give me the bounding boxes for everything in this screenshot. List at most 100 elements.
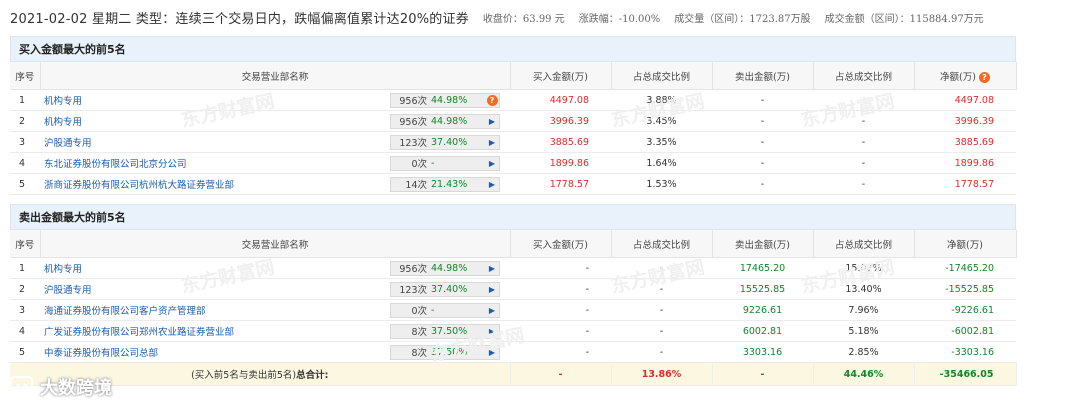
- broker-stats-badge[interactable]: 956次 44.98% ▶: [390, 260, 500, 276]
- net-amount: -17465.20: [914, 257, 1016, 279]
- table-row: 1 机构专用 956次 44.98% ▶ - -17465.20 15.07% -17465.2…: [10, 257, 1016, 279]
- sell-table-header: 序号 交易营业部名称 买入金额(万) 占总成交比例 卖出金额(万) 占总成交比例…: [10, 230, 1017, 258]
- broker-name-link[interactable]: 机构专用: [40, 261, 82, 275]
- play-arrow-icon[interactable]: ▶: [485, 159, 499, 168]
- broker-win-rate: -: [431, 304, 435, 316]
- play-arrow-icon[interactable]: ▶: [485, 264, 499, 273]
- sell-amount: -: [712, 152, 813, 174]
- buy-section: 买入金额最大的前5名 序号 交易营业部名称 买入金额(万) 占总成交比例 卖出金…: [10, 36, 1017, 195]
- volume: 成交量（区间）：1723.87万股: [674, 13, 811, 25]
- summary-sell: -: [712, 362, 814, 386]
- row-index: 5: [10, 173, 40, 195]
- broker-stats-badge[interactable]: 8次 37.50% ▶: [390, 344, 500, 360]
- col-buy-ratio: 占总成交比例: [611, 62, 713, 90]
- broker-win-rate: 37.50%: [431, 346, 468, 358]
- sell-amount: 6002.81: [712, 320, 813, 342]
- sell-ratio: 15.07%: [813, 257, 914, 279]
- help-icon[interactable]: ?: [978, 71, 990, 83]
- broker-stats-badge[interactable]: 956次 44.98% ▶: [390, 113, 500, 129]
- broker-cell: 海通证券股份有限公司客户资产管理部 0次 - ▶: [40, 299, 510, 321]
- broker-stats-badge[interactable]: 0次 - ▶: [390, 302, 500, 318]
- broker-stats-badge[interactable]: 956次 44.98%?: [390, 92, 500, 108]
- broker-name-link[interactable]: 广发证券股份有限公司郑州农业路证券营业部: [40, 324, 234, 338]
- play-arrow-icon[interactable]: ▶: [485, 180, 499, 189]
- broker-count: 8次: [411, 348, 427, 359]
- broker-stats-badge[interactable]: 123次 37.40% ▶: [390, 281, 500, 297]
- buy-amount: 3885.69: [510, 131, 611, 153]
- col-index: 序号: [10, 62, 41, 90]
- row-index: 4: [10, 320, 40, 342]
- sell-amount: 3303.16: [712, 341, 813, 363]
- play-arrow-icon[interactable]: ▶: [485, 117, 499, 126]
- col-sell-amount: 卖出金额(万): [712, 62, 814, 90]
- play-arrow-icon[interactable]: ▶: [485, 348, 499, 357]
- table-row: 5 中泰证券股份有限公司总部 8次 37.50% ▶ - -3303.16 2.85% -330…: [10, 341, 1016, 363]
- table-row: 4 广发证券股份有限公司郑州农业路证券营业部 8次 37.50% ▶ - -6002.81 5…: [10, 320, 1016, 342]
- buy-ratio: -: [611, 299, 712, 321]
- sell-ratio: -: [813, 110, 914, 132]
- buy-amount: 1899.86: [510, 152, 611, 174]
- broker-stats-badge[interactable]: 123次 37.40% ▶: [390, 134, 500, 150]
- broker-stats-badge[interactable]: 0次 - ▶: [390, 155, 500, 171]
- row-index: 2: [10, 278, 40, 300]
- buy-ratio: -: [611, 320, 712, 342]
- summary-buy: -: [510, 362, 612, 386]
- broker-cell: 机构专用 956次 44.98%?: [40, 89, 510, 111]
- broker-cell: 沪股通专用 123次 37.40% ▶: [40, 278, 510, 300]
- broker-count: 0次: [411, 306, 427, 317]
- broker-stats-badge[interactable]: 8次 37.50% ▶: [390, 323, 500, 339]
- buy-amount: 4497.08: [510, 89, 611, 111]
- broker-name-link[interactable]: 中泰证券股份有限公司总部: [40, 345, 158, 359]
- col-net: 净额(万) ?: [914, 62, 1017, 90]
- col-buy-amount: 买入金额(万): [510, 62, 612, 90]
- sell-ratio: 13.40%: [813, 278, 914, 300]
- broker-name-link[interactable]: 浙商证券股份有限公司杭州杭大路证券营业部: [40, 177, 234, 191]
- broker-stats-badge[interactable]: 14次 21.43% ▶: [390, 176, 500, 192]
- table-row: 2 沪股通专用 123次 37.40% ▶ - -15525.85 13.40% -15525.…: [10, 278, 1016, 300]
- buy-amount: -: [510, 278, 611, 300]
- broker-count: 956次: [399, 264, 427, 275]
- summary-row: (买入前5名与卖出前5名)总合计: - 13.86% - 44.46% -354…: [10, 362, 1017, 386]
- broker-cell: 沪股通专用 123次 37.40% ▶: [40, 131, 510, 153]
- table-row: 5 浙商证券股份有限公司杭州杭大路证券营业部 14次 21.43% ▶ 1778.57 1.…: [10, 173, 1016, 195]
- col-index: 序号: [10, 230, 41, 258]
- sell-ratio: -: [813, 131, 914, 153]
- help-icon[interactable]: ?: [485, 94, 499, 106]
- broker-cell: 机构专用 956次 44.98% ▶: [40, 110, 510, 132]
- col-buy-ratio: 占总成交比例: [611, 230, 713, 258]
- col-broker: 交易营业部名称: [40, 62, 511, 90]
- close-price: 收盘价：63.99 元: [482, 13, 565, 25]
- broker-count: 956次: [399, 96, 427, 107]
- broker-count: 123次: [399, 138, 427, 149]
- summary-buy-ratio: 13.86%: [611, 362, 713, 386]
- broker-name-link[interactable]: 东北证券股份有限公司北京分公司: [40, 156, 187, 170]
- play-arrow-icon[interactable]: ▶: [485, 285, 499, 294]
- sell-ratio: -: [813, 152, 914, 174]
- buy-ratio: 3.35%: [611, 131, 712, 153]
- broker-win-rate: 44.98%: [431, 262, 468, 274]
- broker-name-link[interactable]: 沪股通专用: [40, 282, 92, 296]
- broker-name-link[interactable]: 机构专用: [40, 93, 82, 107]
- net-amount: -6002.81: [914, 320, 1016, 342]
- play-arrow-icon[interactable]: ▶: [485, 327, 499, 336]
- buy-section-title: 买入金额最大的前5名: [10, 36, 1016, 62]
- buy-ratio: 1.64%: [611, 152, 712, 174]
- net-amount: -3303.16: [914, 341, 1016, 363]
- row-index: 3: [10, 299, 40, 321]
- sell-section: 卖出金额最大的前5名 序号 交易营业部名称 买入金额(万) 占总成交比例 卖出金…: [10, 204, 1017, 386]
- broker-cell: 东北证券股份有限公司北京分公司 0次 - ▶: [40, 152, 510, 174]
- broker-win-rate: 44.98%: [431, 94, 468, 106]
- row-index: 4: [10, 152, 40, 174]
- broker-name-link[interactable]: 海通证券股份有限公司客户资产管理部: [40, 303, 206, 317]
- broker-name-link[interactable]: 机构专用: [40, 114, 82, 128]
- broker-name-link[interactable]: 沪股通专用: [40, 135, 92, 149]
- net-amount: 1778.57: [914, 173, 1016, 195]
- broker-count: 123次: [399, 285, 427, 296]
- col-net: 净额(万): [914, 230, 1017, 258]
- sell-amount: 17465.20: [712, 257, 813, 279]
- play-arrow-icon[interactable]: ▶: [485, 138, 499, 147]
- play-arrow-icon[interactable]: ▶: [485, 306, 499, 315]
- summary-label-prefix: (买入前5名与卖出前5名): [191, 370, 297, 381]
- net-amount: 3885.69: [914, 131, 1016, 153]
- broker-win-rate: 37.40%: [431, 283, 468, 295]
